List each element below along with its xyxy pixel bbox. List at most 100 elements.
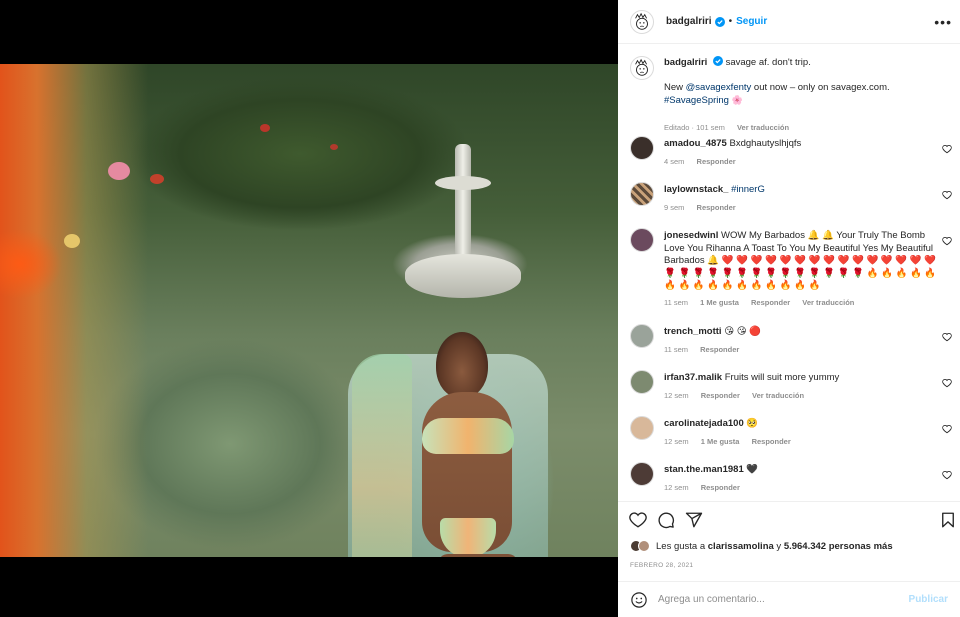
author-avatar[interactable] (630, 9, 654, 34)
commenter-avatar[interactable] (630, 136, 654, 160)
comment-meta: 9 sem Responder (664, 203, 746, 212)
comment-icon[interactable] (657, 511, 675, 529)
comment-hashtag-link[interactable]: #innerG (731, 184, 765, 195)
likes-prefix: Les gusta a (656, 540, 708, 552)
comment-translate-link[interactable]: Ver traducción (802, 298, 854, 307)
commenter-avatar[interactable] (630, 462, 654, 486)
comment-time[interactable]: 4 sem (664, 157, 684, 166)
caption-mention-link[interactable]: @savagexfenty (686, 82, 752, 93)
smiley-icon[interactable] (630, 591, 648, 609)
commenter-avatar[interactable] (630, 370, 654, 394)
follow-button[interactable]: Seguir (736, 16, 767, 27)
comment-body: Bxdghautyslhjqfs (729, 138, 802, 149)
comment-body: Fruits will suit more yummy (724, 372, 840, 383)
comment-time[interactable]: 9 sem (664, 203, 684, 212)
comment-heart-icon[interactable] (942, 236, 952, 246)
more-options-icon[interactable]: ••• (934, 14, 952, 30)
comment-reply-button[interactable]: Responder (697, 157, 736, 166)
comment-username[interactable]: trench_motti (664, 326, 722, 337)
add-comment-bar: Agrega un comentario... Publicar (618, 582, 960, 617)
likes-summary: Les gusta a clarissamolina y 5.964.342 p… (630, 540, 893, 552)
verified-badge-icon (714, 16, 725, 27)
publish-button[interactable]: Publicar (909, 594, 948, 605)
comment-item: jonesedwinl WOW My Barbados 🔔 🔔 Your Tru… (630, 228, 952, 312)
bookmark-icon[interactable] (939, 511, 957, 529)
comment-body: 🥺 (746, 418, 759, 429)
comment-item: carolinatejada100 🥺 12 sem 1 Me gusta Re… (630, 416, 952, 456)
comment-likes[interactable]: 1 Me gusta (701, 437, 740, 446)
comment-text: carolinatejada100 🥺 (664, 418, 940, 431)
comment-likes[interactable]: 1 Me gusta (700, 298, 739, 307)
comment-item: amadou_4875 Bxdghautyslhjqfs 4 sem Respo… (630, 136, 952, 176)
comment-text: jonesedwinl WOW My Barbados 🔔 🔔 Your Tru… (664, 230, 940, 293)
comment-item: stan.the.man1981 🖤 12 sem Responder (630, 462, 952, 501)
flower-decoration (64, 234, 80, 248)
comment-meta: 4 sem Responder (664, 157, 746, 166)
commenter-avatar[interactable] (630, 416, 654, 440)
post-media[interactable] (0, 0, 618, 617)
comments-list[interactable]: badgalriri savage af. don't trip. New @s… (618, 44, 960, 502)
liker-avatar (638, 540, 650, 552)
comment-time[interactable]: 11 sem (664, 298, 688, 307)
comment-reply-button[interactable]: Responder (752, 437, 791, 446)
comment-translate-link[interactable]: Ver traducción (752, 391, 804, 400)
comment-body: 😘 😘 🔴 (724, 326, 762, 337)
model-figure (352, 328, 522, 557)
comment-text: stan.the.man1981 🖤 (664, 464, 940, 477)
likes-count[interactable]: 5.964.342 personas más (784, 541, 893, 552)
paper-plane-icon[interactable] (685, 511, 703, 529)
verified-badge-icon (712, 56, 723, 66)
post-photo[interactable] (0, 64, 618, 557)
caption-line2-pre: New (664, 81, 686, 93)
caption-emoji: 🌸 (731, 95, 743, 105)
likes-text: Les gusta a clarissamolina y 5.964.342 p… (656, 541, 893, 552)
comment-heart-icon[interactable] (942, 424, 952, 434)
likes-conjunction: y (773, 540, 784, 552)
comment-meta: 12 sem Responder (664, 483, 750, 492)
liker-username[interactable]: clarissamolina (708, 541, 774, 552)
post-date[interactable]: FEBRERO 28, 2021 (630, 562, 693, 569)
comment-heart-icon[interactable] (942, 378, 952, 388)
caption-hashtag-link[interactable]: #SavageSpring (664, 95, 729, 106)
heart-icon[interactable] (629, 511, 647, 529)
comment-meta: 11 sem 1 Me gusta Responder Ver traducci… (664, 298, 864, 307)
comment-time[interactable]: 12 sem (664, 437, 689, 446)
post-header: badgalriri • Seguir ••• (618, 0, 960, 44)
comment-text: laylownstack_ #innerG (664, 184, 940, 197)
comment-username[interactable]: carolinatejada100 (664, 418, 744, 429)
commenter-avatar[interactable] (630, 182, 654, 206)
comment-reply-button[interactable]: Responder (701, 391, 740, 400)
comment-time[interactable]: 12 sem (664, 391, 689, 400)
caption-time[interactable]: Editado · 101 sem (664, 123, 725, 132)
comment-text: trench_motti 😘 😘 🔴 (664, 326, 940, 339)
commenter-avatar[interactable] (630, 228, 654, 252)
comment-reply-button[interactable]: Responder (701, 483, 740, 492)
author-username[interactable]: badgalriri (666, 16, 712, 27)
comment-reply-button[interactable]: Responder (700, 345, 739, 354)
caption-translate-link[interactable]: Ver traducción (737, 123, 789, 132)
comment-reply-button[interactable]: Responder (697, 203, 736, 212)
comment-heart-icon[interactable] (942, 190, 952, 200)
caption-meta: Editado · 101 sem Ver traducción (664, 123, 799, 132)
comment-reply-button[interactable]: Responder (751, 298, 790, 307)
author-avatar[interactable] (630, 56, 654, 80)
caption-text: badgalriri savage af. don't trip. New @s… (664, 56, 940, 108)
comment-heart-icon[interactable] (942, 144, 952, 154)
comment-time[interactable]: 12 sem (664, 483, 689, 492)
comment-heart-icon[interactable] (942, 470, 952, 480)
comment-input[interactable]: Agrega un comentario... (658, 594, 909, 605)
comment-username[interactable]: laylownstack_ (664, 184, 728, 195)
caption-line1: savage af. don't trip. (725, 57, 811, 68)
comment-username[interactable]: stan.the.man1981 (664, 464, 744, 475)
comment-heart-icon[interactable] (942, 332, 952, 342)
flower-decoration (150, 174, 164, 184)
caption-username[interactable]: badgalriri (664, 57, 707, 68)
comment-username[interactable]: irfan37.malik (664, 372, 722, 383)
comment-username[interactable]: amadou_4875 (664, 138, 727, 149)
comment-username[interactable]: jonesedwinl (664, 230, 718, 241)
liker-avatars[interactable] (630, 540, 650, 552)
commenter-avatar[interactable] (630, 324, 654, 348)
caption-line2-post: out now – only on savagex.com. (751, 81, 890, 93)
comment-time[interactable]: 11 sem (664, 345, 688, 354)
post-sidebar: badgalriri • Seguir ••• badgalriri savag… (618, 0, 960, 617)
